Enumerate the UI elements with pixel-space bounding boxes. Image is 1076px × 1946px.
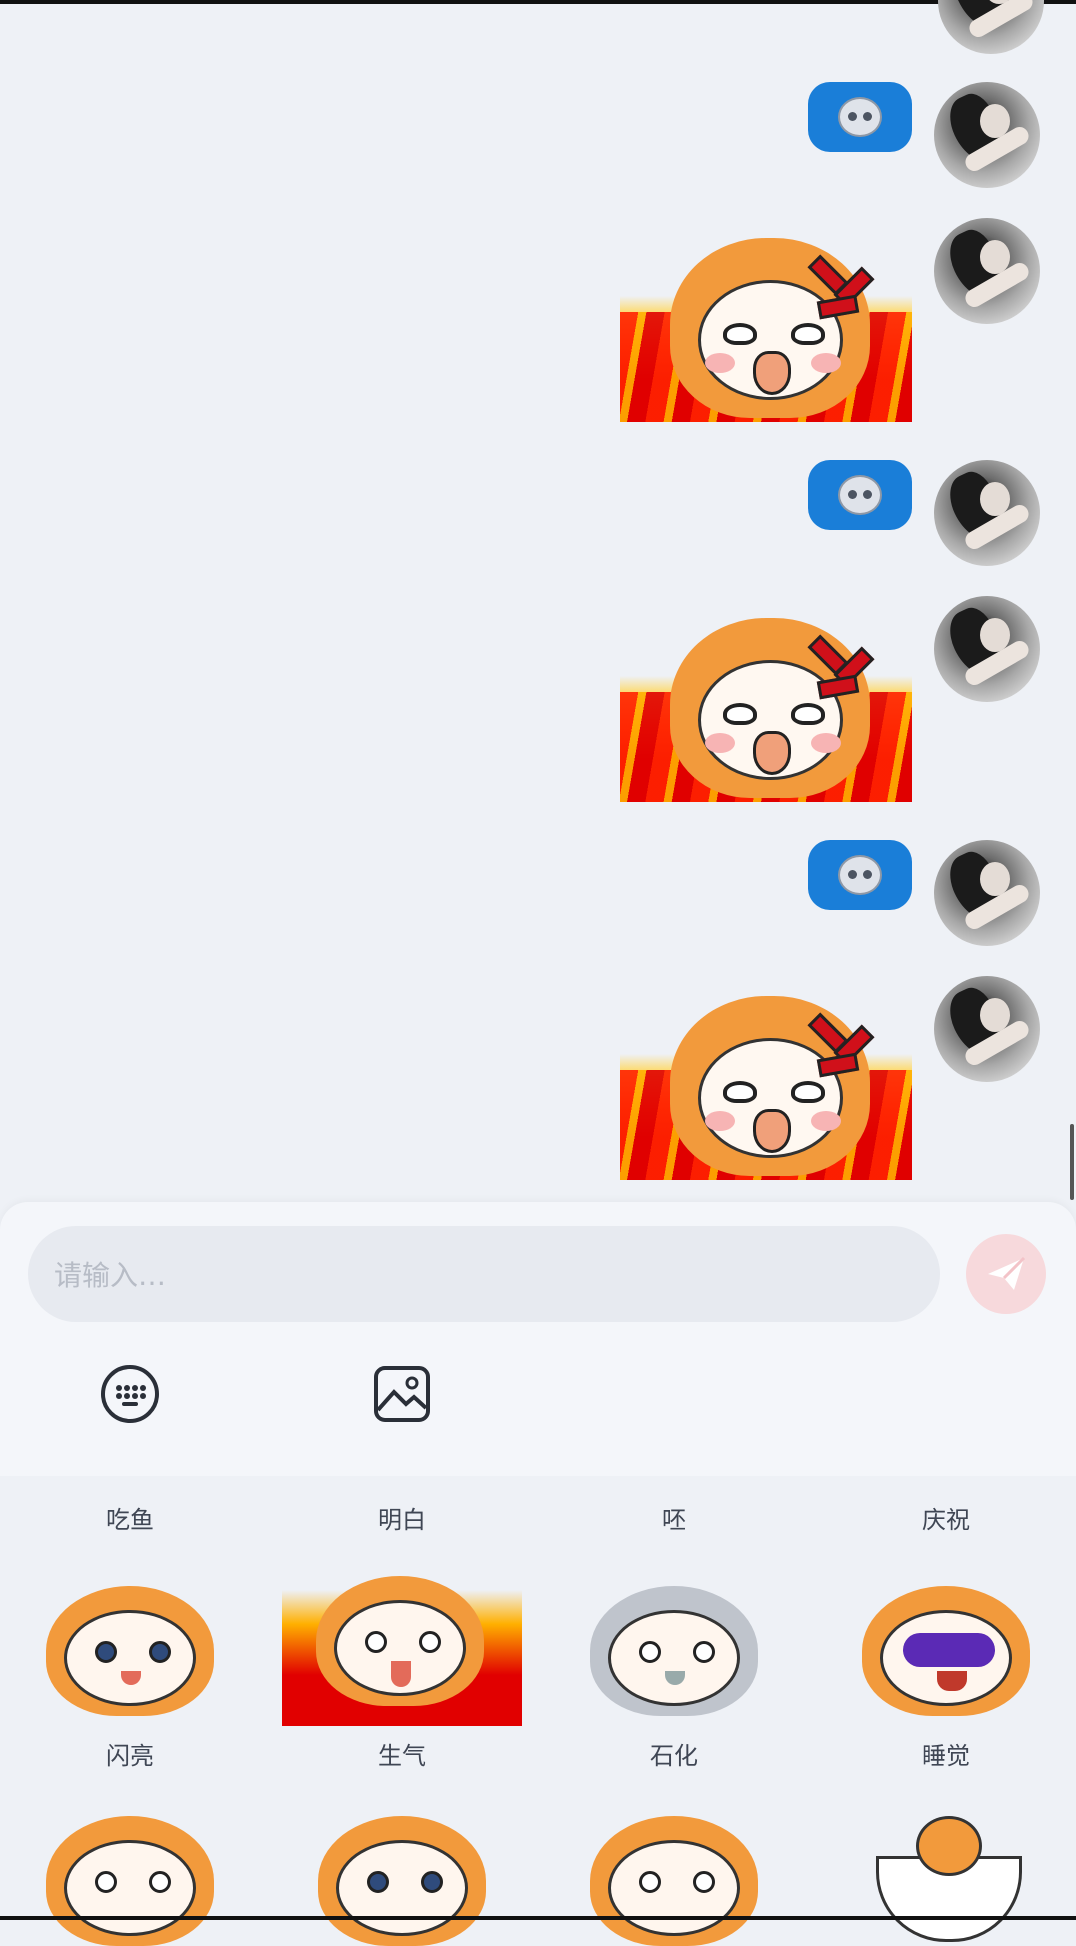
skull-face-emoji-icon <box>838 475 882 515</box>
input-placeholder: 请输入… <box>54 1259 167 1292</box>
sticker-partial[interactable] <box>846 1796 1046 1946</box>
avatar[interactable] <box>934 596 1040 702</box>
skull-face-emoji-icon <box>838 855 882 895</box>
avatar[interactable] <box>934 460 1040 566</box>
sticker-label: 睡觉 <box>922 1742 970 1770</box>
bottom-edge <box>0 1916 1076 1920</box>
sticker-partial[interactable] <box>574 1796 774 1946</box>
send-button[interactable] <box>966 1234 1046 1314</box>
sticker-label: 呸 <box>662 1506 686 1534</box>
sticker-label: 闪亮 <box>106 1742 154 1770</box>
emoji-message-bubble[interactable] <box>808 840 912 910</box>
avatar[interactable] <box>934 82 1040 188</box>
message-input[interactable]: 请输入… <box>28 1226 940 1322</box>
scrollbar[interactable] <box>1070 1124 1074 1200</box>
emoji-message-bubble[interactable] <box>808 460 912 530</box>
keyboard-button[interactable] <box>100 1364 160 1424</box>
angry-girl-fire-sticker[interactable] <box>620 986 912 1180</box>
avatar[interactable] <box>934 218 1040 324</box>
keyboard-icon <box>101 1365 159 1423</box>
chat-message-list[interactable] <box>0 0 1076 1200</box>
avatar[interactable] <box>934 976 1040 1082</box>
sticker-angry[interactable] <box>282 1556 522 1726</box>
paper-plane-icon <box>988 1256 1026 1290</box>
image-button[interactable] <box>372 1364 432 1424</box>
avatar[interactable] <box>934 840 1040 946</box>
sticker-label: 明白 <box>378 1506 426 1534</box>
sticker-label: 庆祝 <box>922 1506 970 1534</box>
sticker-partial[interactable] <box>302 1796 502 1946</box>
emoji-message-bubble[interactable] <box>808 82 912 152</box>
image-icon <box>374 1366 430 1422</box>
sticker-partial[interactable] <box>30 1796 230 1946</box>
sticker-shiny[interactable] <box>30 1566 230 1716</box>
composer-panel: 请输入… <box>0 1202 1076 1476</box>
sticker-grid[interactable]: 吃鱼 明白 呸 庆祝 闪亮 生气 石化 睡觉 <box>0 1476 1076 1946</box>
sticker-label: 生气 <box>378 1742 426 1770</box>
angry-girl-fire-sticker[interactable] <box>620 228 912 422</box>
angry-girl-fire-sticker[interactable] <box>620 608 912 802</box>
skull-face-emoji-icon <box>838 97 882 137</box>
sticker-label: 吃鱼 <box>106 1506 154 1534</box>
sticker-label: 石化 <box>650 1742 698 1770</box>
sticker-sleep[interactable] <box>846 1566 1046 1716</box>
sticker-petrified[interactable] <box>574 1566 774 1716</box>
avatar[interactable] <box>938 0 1044 54</box>
